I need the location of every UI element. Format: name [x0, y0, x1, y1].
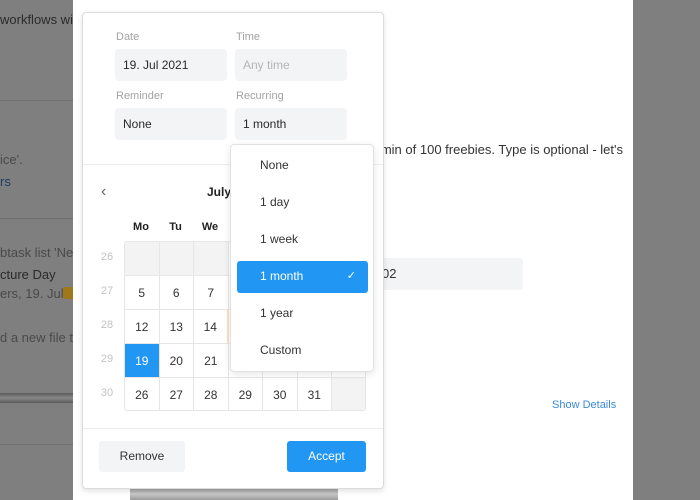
reminder-label: Reminder: [116, 90, 164, 102]
time-field[interactable]: Any time: [235, 49, 347, 81]
option-label: 1 day: [260, 195, 290, 209]
weekday-header: We: [201, 221, 219, 233]
calendar-day[interactable]: 5: [125, 276, 160, 310]
calendar-month-title: July: [207, 185, 232, 199]
divider: [83, 428, 383, 429]
background-task-title: cture Day: [0, 267, 56, 282]
background-field: 02: [380, 258, 523, 290]
calendar-empty-cell: [332, 378, 365, 410]
calendar-day[interactable]: 12: [125, 310, 160, 344]
calendar-day[interactable]: 7: [194, 276, 229, 310]
calendar-day[interactable]: 19: [125, 344, 160, 378]
divider: [0, 218, 73, 219]
calendar-empty-cell: [125, 242, 160, 276]
background-text: d a new file to: [0, 330, 73, 345]
recurring-option[interactable]: 1 day: [237, 187, 368, 219]
background-text: btask list 'New: [0, 245, 73, 260]
date-field[interactable]: 19. Jul 2021: [115, 49, 227, 81]
week-number: 26: [100, 251, 114, 263]
recurring-option[interactable]: 1 week: [237, 224, 368, 256]
background-right-panel: [633, 0, 700, 500]
calendar-day[interactable]: 27: [159, 378, 194, 410]
time-label: Time: [236, 31, 261, 43]
recurring-dropdown: None 1 day 1 week 1 month ✓ 1 year Custom: [230, 144, 374, 372]
background-image-strip: [130, 488, 338, 500]
option-label: 1 month: [260, 269, 304, 283]
background-link: rs: [0, 174, 11, 189]
calendar-day[interactable]: 29: [228, 378, 263, 410]
weekday-header: Tu: [169, 221, 182, 233]
calendar-day[interactable]: 30: [263, 378, 298, 410]
background-left-panel: workflows wi ice'. rs btask list 'New ct…: [0, 0, 73, 500]
remove-button[interactable]: Remove: [99, 441, 185, 472]
week-number: 27: [100, 285, 114, 297]
calendar-day[interactable]: 31: [297, 378, 332, 410]
check-icon: ✓: [346, 270, 356, 282]
recurring-option[interactable]: 1 month ✓: [237, 261, 368, 293]
calendar-day[interactable]: 26: [125, 378, 160, 410]
week-number: 30: [100, 387, 114, 399]
chevron-left-icon[interactable]: ‹: [101, 183, 106, 201]
option-label: None: [260, 158, 289, 172]
recurring-option[interactable]: Custom: [237, 335, 368, 367]
background-text: workflows wi: [0, 12, 73, 27]
calendar-empty-cell: [194, 242, 229, 276]
calendar-day[interactable]: 14: [194, 310, 229, 344]
calendar-day[interactable]: 28: [194, 378, 229, 410]
calendar-day[interactable]: 13: [159, 310, 194, 344]
recurring-select[interactable]: 1 month: [235, 108, 347, 140]
week-number: 29: [100, 353, 114, 365]
calendar-day[interactable]: 6: [159, 276, 194, 310]
divider: [0, 444, 73, 445]
accept-button[interactable]: Accept: [287, 441, 366, 472]
recurring-option[interactable]: None: [237, 150, 368, 182]
show-details-link[interactable]: Show Details: [552, 399, 616, 411]
background-image-strip: [0, 393, 73, 403]
date-label: Date: [116, 31, 140, 43]
due-badge: [63, 287, 73, 299]
divider: [0, 100, 73, 101]
option-label: Custom: [260, 343, 302, 357]
reminder-select[interactable]: None: [115, 108, 227, 140]
calendar-day[interactable]: 20: [159, 344, 194, 378]
recurring-option[interactable]: 1 year: [237, 298, 368, 330]
recurring-label: Recurring: [236, 90, 284, 102]
week-number: 28: [100, 319, 114, 331]
option-label: 1 year: [260, 306, 294, 320]
background-description: a min of 100 freebies. Type is optional …: [370, 142, 623, 157]
weekday-header: Mo: [133, 221, 149, 233]
calendar-day[interactable]: 21: [194, 344, 229, 378]
background-text: ice'.: [0, 152, 23, 167]
background-task-meta: ers, 19. Jul: [0, 286, 64, 301]
calendar-empty-cell: [159, 242, 194, 276]
option-label: 1 week: [260, 232, 299, 246]
